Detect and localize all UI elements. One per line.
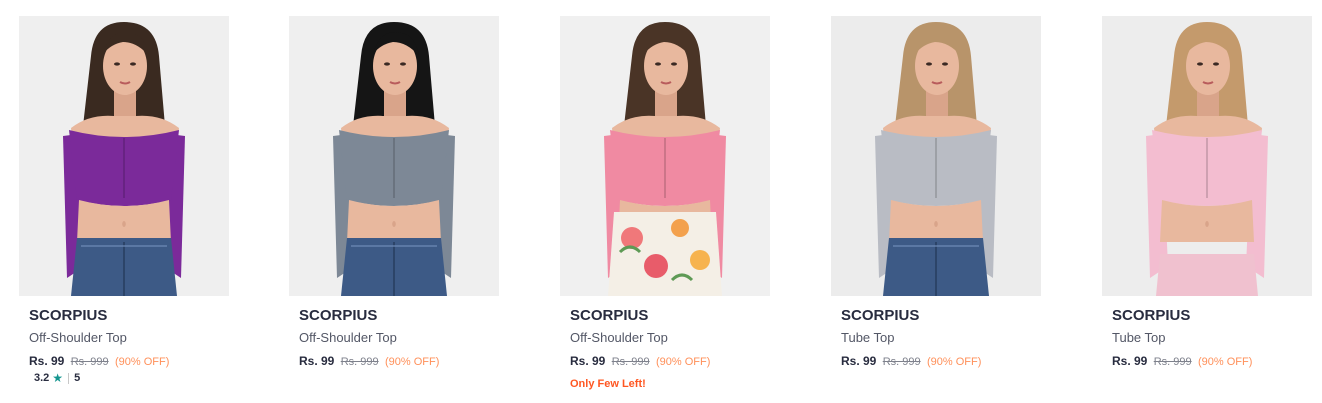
product-info: SCORPIUS Off-Shoulder Top Rs. 99 Rs. 999… <box>289 296 499 370</box>
product-info: SCORPIUS Off-Shoulder Top Rs. 99 Rs. 999… <box>19 296 229 370</box>
product-image[interactable] <box>289 16 499 296</box>
product-brand: SCORPIUS <box>29 307 108 324</box>
original-price: Rs. 999 <box>882 356 921 368</box>
product-image[interactable] <box>831 16 1041 296</box>
discounted-price: Rs. 99 <box>570 354 606 368</box>
original-price: Rs. 999 <box>340 356 379 368</box>
product-image[interactable] <box>1102 16 1312 296</box>
product-brand: SCORPIUS <box>299 307 378 324</box>
discounted-price: Rs. 99 <box>1112 354 1148 368</box>
product-image[interactable] <box>19 16 229 296</box>
product-card[interactable]: SCORPIUS Off-Shoulder Top Rs. 99 Rs. 999… <box>560 16 770 396</box>
product-brand: SCORPIUS <box>841 307 920 324</box>
rating-badge: 3.2 ★ 5 <box>29 368 86 388</box>
product-name: Tube Top <box>841 330 895 345</box>
product-brand: SCORPIUS <box>1112 307 1191 324</box>
product-price: Rs. 99 Rs. 999 (90% OFF) <box>299 354 489 370</box>
stock-warning: Only Few Left! <box>570 378 646 390</box>
discounted-price: Rs. 99 <box>841 354 877 368</box>
discount-label: (90% OFF) <box>114 356 170 368</box>
product-price: Rs. 99 Rs. 999 (90% OFF) <box>841 354 1031 370</box>
original-price: Rs. 999 <box>1153 356 1192 368</box>
original-price: Rs. 999 <box>611 356 650 368</box>
product-price: Rs. 99 Rs. 999 (90% OFF) <box>570 354 760 370</box>
star-icon: ★ <box>52 371 64 385</box>
discount-label: (90% OFF) <box>926 356 982 368</box>
product-grid: 3.2 ★ 5 SCORPIUS Off-Shoulder Top Rs. 99… <box>0 0 1322 403</box>
product-name: Off-Shoulder Top <box>299 330 397 345</box>
discounted-price: Rs. 99 <box>299 354 335 368</box>
discount-label: (90% OFF) <box>655 356 711 368</box>
product-card[interactable]: SCORPIUS Tube Top Rs. 99 Rs. 999 (90% OF… <box>1102 16 1312 396</box>
rating-divider <box>68 372 70 384</box>
discount-label: (90% OFF) <box>1197 356 1253 368</box>
product-name: Off-Shoulder Top <box>570 330 668 345</box>
product-info: SCORPIUS Tube Top Rs. 99 Rs. 999 (90% OF… <box>1102 296 1312 370</box>
product-card[interactable]: SCORPIUS Off-Shoulder Top Rs. 99 Rs. 999… <box>289 16 499 396</box>
product-image[interactable] <box>560 16 770 296</box>
product-card[interactable]: 3.2 ★ 5 SCORPIUS Off-Shoulder Top Rs. 99… <box>19 16 229 396</box>
rating-count: 5 <box>74 372 81 384</box>
product-name: Tube Top <box>1112 330 1166 345</box>
product-price: Rs. 99 Rs. 999 (90% OFF) <box>1112 354 1302 370</box>
product-info: SCORPIUS Off-Shoulder Top Rs. 99 Rs. 999… <box>560 296 770 390</box>
discount-label: (90% OFF) <box>384 356 440 368</box>
original-price: Rs. 999 <box>70 356 109 368</box>
product-card[interactable]: SCORPIUS Tube Top Rs. 99 Rs. 999 (90% OF… <box>831 16 1041 396</box>
discounted-price: Rs. 99 <box>29 354 65 368</box>
rating-score: 3.2 <box>34 372 50 384</box>
product-brand: SCORPIUS <box>570 307 649 324</box>
product-info: SCORPIUS Tube Top Rs. 99 Rs. 999 (90% OF… <box>831 296 1041 370</box>
product-name: Off-Shoulder Top <box>29 330 127 345</box>
